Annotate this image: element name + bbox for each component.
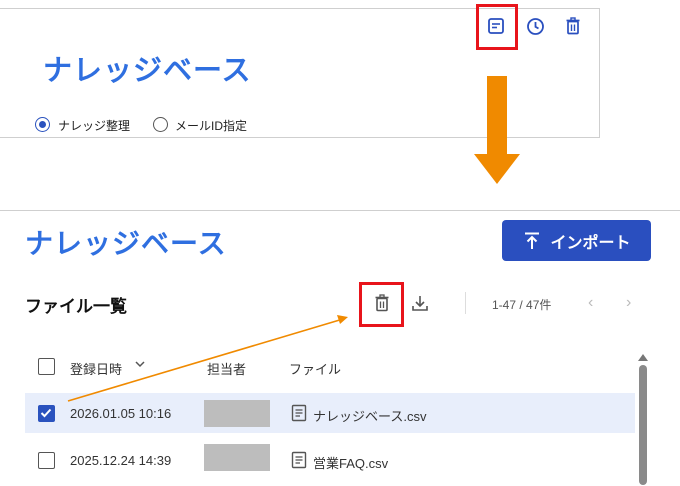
pointer-arrow-icon <box>67 315 348 402</box>
